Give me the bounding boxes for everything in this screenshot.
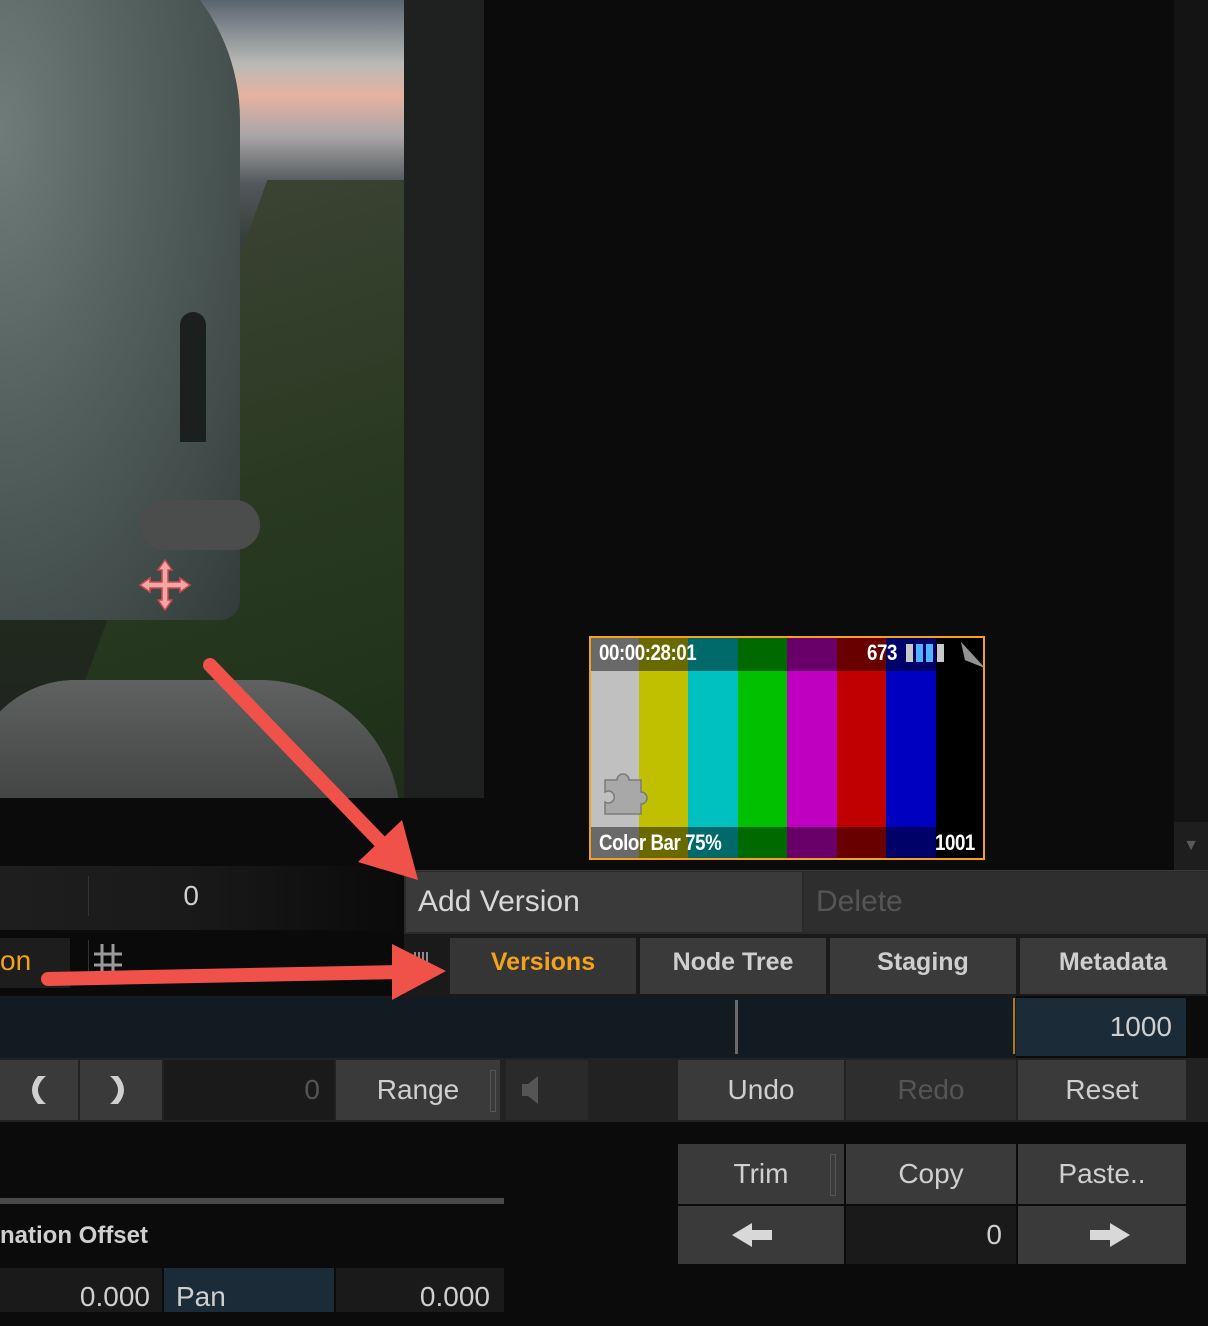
thumbnail-title: Color Bar 75% [599,830,722,855]
version-thumbnail[interactable]: 00:00:28:01 673 Color Bar 75% 1001 [589,636,985,860]
left-control-row [0,866,404,930]
meter-bar [926,644,933,662]
arrow-right-icon [1090,1223,1130,1247]
offset-value-field[interactable]: 0 [846,1206,1016,1264]
range-button[interactable]: Range [336,1060,500,1120]
timeline-track[interactable] [0,996,1016,1058]
range-value-field[interactable]: 0 [164,1060,334,1120]
tab-staging[interactable]: Staging [828,938,1016,994]
viewer-image[interactable] [0,0,404,798]
bracket-open-icon [32,1076,46,1104]
thumbnail-end-frame: 1001 [935,830,975,855]
tab-node-tree[interactable]: Node Tree [638,938,826,994]
delete-button[interactable]: Delete [804,872,1208,932]
scrollbar[interactable] [1174,0,1208,870]
tab-versions[interactable]: Versions [448,938,636,994]
trim-divider [830,1154,836,1196]
small-rock [140,500,260,550]
reset-button[interactable]: Reset [1018,1060,1186,1120]
nudge-right-button[interactable] [1018,1206,1186,1264]
pan-value[interactable]: 0.000 [336,1268,504,1312]
meter-bar [937,644,944,662]
paste-button[interactable]: Paste.. [1018,1144,1186,1204]
tab-metadata[interactable]: Metadata [1018,938,1206,994]
nudge-left-button[interactable] [678,1206,844,1264]
redo-button[interactable]: Redo [846,1060,1016,1120]
mark-in-button[interactable] [0,1060,78,1120]
left-value-field[interactable]: 0 [88,876,199,916]
scroll-down-icon[interactable]: ▼ [1174,822,1208,870]
audio-button[interactable] [506,1060,588,1120]
speaker-icon [522,1076,538,1104]
offset-left-value[interactable]: 0.000 [0,1268,162,1312]
arrow-left-icon [732,1223,772,1247]
animation-offset-label: nation Offset [0,1222,148,1249]
thumbnail-frame-count: 673 [867,640,897,665]
frame-number-field[interactable]: 1000 [1016,998,1186,1056]
left-partial-button[interactable]: on [0,938,70,988]
puzzle-piece-icon [604,773,648,815]
viewer-overlay-strip [404,0,485,798]
meter-bar [906,644,913,662]
playhead[interactable] [735,1000,738,1054]
thumbnail-timecode: 00:00:28:01 [599,640,697,665]
copy-button[interactable]: Copy [846,1144,1016,1204]
timeline-end-marker [1013,998,1015,1054]
doorway [180,312,206,442]
mark-out-button[interactable] [80,1060,162,1120]
pan-label: Pan [164,1268,334,1312]
add-version-button[interactable]: Add Version [406,872,802,932]
trim-button[interactable]: Trim [678,1144,844,1204]
page-curl-icon[interactable] [957,640,985,670]
grid-icon[interactable] [88,940,129,980]
undo-button[interactable]: Undo [678,1060,844,1120]
bracket-close-icon [110,1076,124,1104]
drag-grip-icon[interactable] [412,946,430,976]
range-divider [490,1070,496,1112]
move-cursor-icon [138,558,192,612]
slider-track[interactable] [0,1198,504,1204]
meter-bar [916,644,923,662]
